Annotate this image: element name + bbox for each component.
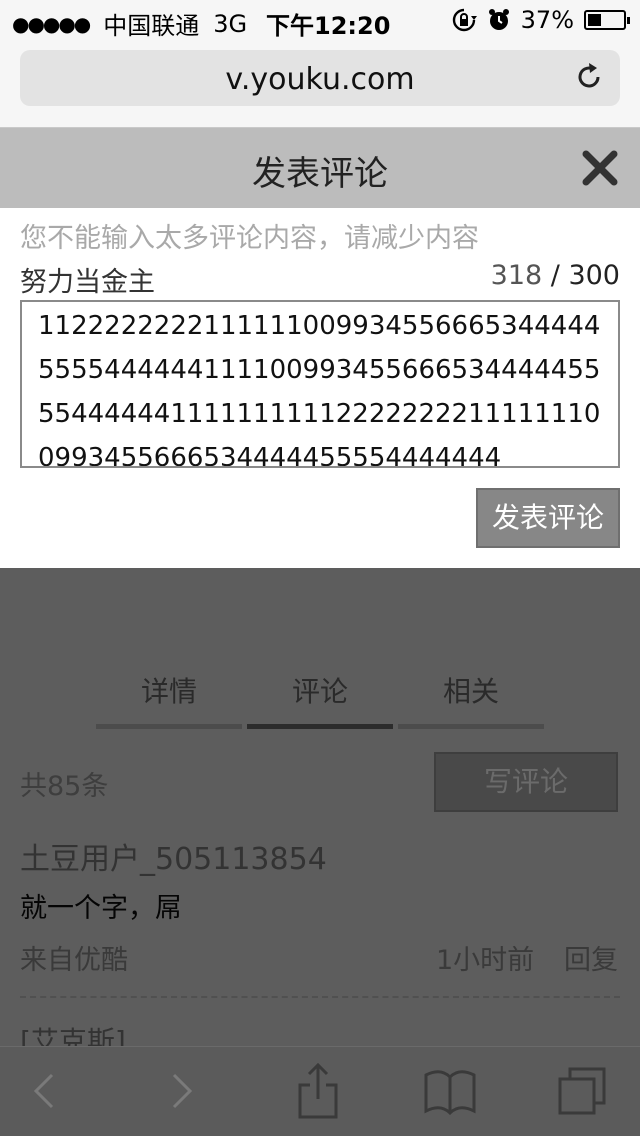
bookmarks-icon[interactable] [420, 1061, 480, 1121]
carrier-name: 中国联通 [103, 12, 200, 40]
comment-username[interactable]: 土豆用户_505113854 [20, 834, 327, 878]
network-type: 3G [213, 9, 248, 38]
tab-related[interactable]: 相关 [398, 670, 544, 730]
battery-fill [588, 14, 601, 26]
back-icon[interactable] [14, 1061, 74, 1121]
forward-icon[interactable] [152, 1061, 212, 1121]
counter-separator: / [542, 260, 569, 291]
reply-link[interactable]: 回复 [564, 938, 618, 977]
comment-textarea[interactable]: 1122222222111111009934556665344444555544… [20, 300, 620, 468]
battery-percent: 37% [520, 6, 574, 34]
close-icon[interactable] [580, 148, 620, 188]
reload-icon[interactable] [574, 62, 604, 92]
status-left: ●●●●● 中国联通 3G [12, 6, 247, 41]
browser-toolbar [0, 1046, 640, 1136]
tab-label: 相关 [442, 675, 499, 708]
commenter-username: 努力当金主 [20, 267, 155, 298]
alarm-icon [488, 9, 509, 30]
comment-text: 就一个字，屌 [20, 893, 182, 924]
orientation-lock-icon [452, 8, 477, 32]
status-right: 37% [451, 6, 630, 34]
character-counter: 318 / 300 [491, 260, 620, 291]
counter-max: 300 [568, 260, 620, 291]
address-bar[interactable]: v.youku.com [20, 50, 620, 106]
url-text[interactable]: v.youku.com [20, 62, 620, 97]
comment-divider [20, 996, 620, 998]
tab-underline [247, 724, 393, 729]
counter-used: 318 [490, 260, 543, 291]
status-bar: ●●●●● 中国联通 3G 下午12:20 37% [0, 0, 640, 40]
tab-comments[interactable]: 评论 [247, 670, 393, 730]
tab-label: 详情 [140, 675, 197, 708]
comment-time: 1小时前 [436, 945, 535, 976]
dialog-title: 发表评论 [252, 154, 388, 194]
signal-strength-icon: ●●●●● [12, 11, 91, 36]
content-tabs: 详情 评论 相关 [96, 670, 544, 730]
tab-details[interactable]: 详情 [96, 670, 242, 730]
comment-count: 共85条 [20, 771, 109, 802]
write-comment-button[interactable]: 写评论 [434, 752, 618, 812]
comment-dialog-header: 发表评论 [0, 128, 640, 208]
tabs-icon[interactable] [552, 1061, 612, 1121]
tab-underline [398, 724, 544, 729]
tab-label: 评论 [291, 675, 348, 708]
comment-dialog-body: 您不能输入太多评论内容，请减少内容 努力当金主 318 / 300 112222… [0, 208, 640, 568]
browser-address-area: v.youku.com [0, 40, 640, 128]
length-warning: 您不能输入太多评论内容，请减少内容 [20, 223, 479, 254]
battery-icon [584, 10, 630, 30]
status-time: 下午12:20 [266, 12, 391, 40]
post-comment-button[interactable]: 发表评论 [476, 488, 620, 548]
tab-underline [96, 724, 242, 729]
share-icon[interactable] [288, 1061, 348, 1121]
comment-source: 来自优酷 [20, 945, 128, 976]
